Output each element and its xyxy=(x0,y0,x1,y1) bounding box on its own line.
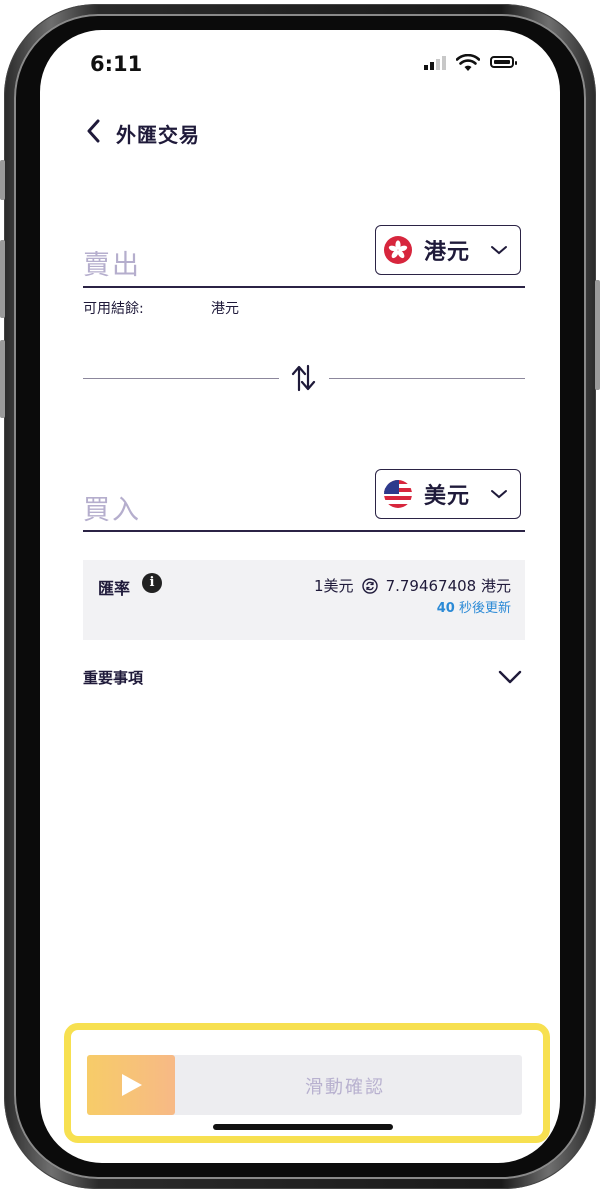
sell-currency-select[interactable]: 港元 xyxy=(375,225,521,275)
page-title: 外匯交易 xyxy=(116,123,200,147)
side-button-silent xyxy=(0,160,5,200)
exchange-rate-label: 匯率 xyxy=(98,579,131,598)
rate-to: 7.79467408 港元 xyxy=(385,577,511,595)
exchange-rate-value: 1美元 7.79467408 港元 xyxy=(314,575,511,596)
swap-arrows-icon[interactable] xyxy=(290,362,318,394)
sell-underline xyxy=(83,286,525,288)
us-flag-icon xyxy=(384,480,412,508)
buy-currency-label: 美元 xyxy=(424,484,471,509)
buy-amount-placeholder[interactable]: 買入 xyxy=(83,488,141,527)
exchange-cycle-icon xyxy=(361,577,378,594)
important-notes-label[interactable]: 重要事項 xyxy=(83,667,143,688)
slide-to-confirm-label: 滑動確認 xyxy=(305,1077,385,1098)
wifi-icon xyxy=(456,54,480,71)
play-icon xyxy=(122,1074,142,1096)
sell-currency-label: 港元 xyxy=(424,240,471,265)
available-balance-currency: 港元 xyxy=(211,301,239,317)
swap-divider-right xyxy=(329,378,525,379)
back-chevron-icon[interactable] xyxy=(84,118,104,144)
chevron-down-icon xyxy=(491,490,507,499)
rate-from: 1美元 xyxy=(314,577,354,595)
phone-screen: 6:11 外匯交易 賣出 港元 可用結餘: 港元 買入 美元 匯率 i 1美元 … xyxy=(40,30,560,1163)
cellular-signal-icon xyxy=(424,56,446,70)
rate-refresh-countdown: 40 秒後更新 xyxy=(437,597,511,616)
home-indicator xyxy=(213,1124,393,1130)
status-time: 6:11 xyxy=(90,52,143,76)
available-balance-label: 可用結餘: xyxy=(83,301,144,317)
hk-flag-icon xyxy=(384,236,412,264)
refresh-suffix: 秒後更新 xyxy=(454,601,511,616)
buy-currency-select[interactable]: 美元 xyxy=(375,469,521,519)
side-button-volume-down xyxy=(0,340,5,418)
refresh-seconds: 40 xyxy=(436,601,455,616)
swap-divider-left xyxy=(83,378,279,379)
slide-to-confirm-handle[interactable] xyxy=(87,1055,175,1115)
sell-amount-placeholder[interactable]: 賣出 xyxy=(83,243,141,282)
chevron-down-icon[interactable] xyxy=(498,670,522,684)
side-button-power xyxy=(595,280,600,390)
side-button-volume-up xyxy=(0,240,5,318)
buy-underline xyxy=(83,530,525,532)
battery-icon xyxy=(490,56,517,68)
info-icon[interactable]: i xyxy=(142,573,162,593)
chevron-down-icon xyxy=(491,246,507,255)
